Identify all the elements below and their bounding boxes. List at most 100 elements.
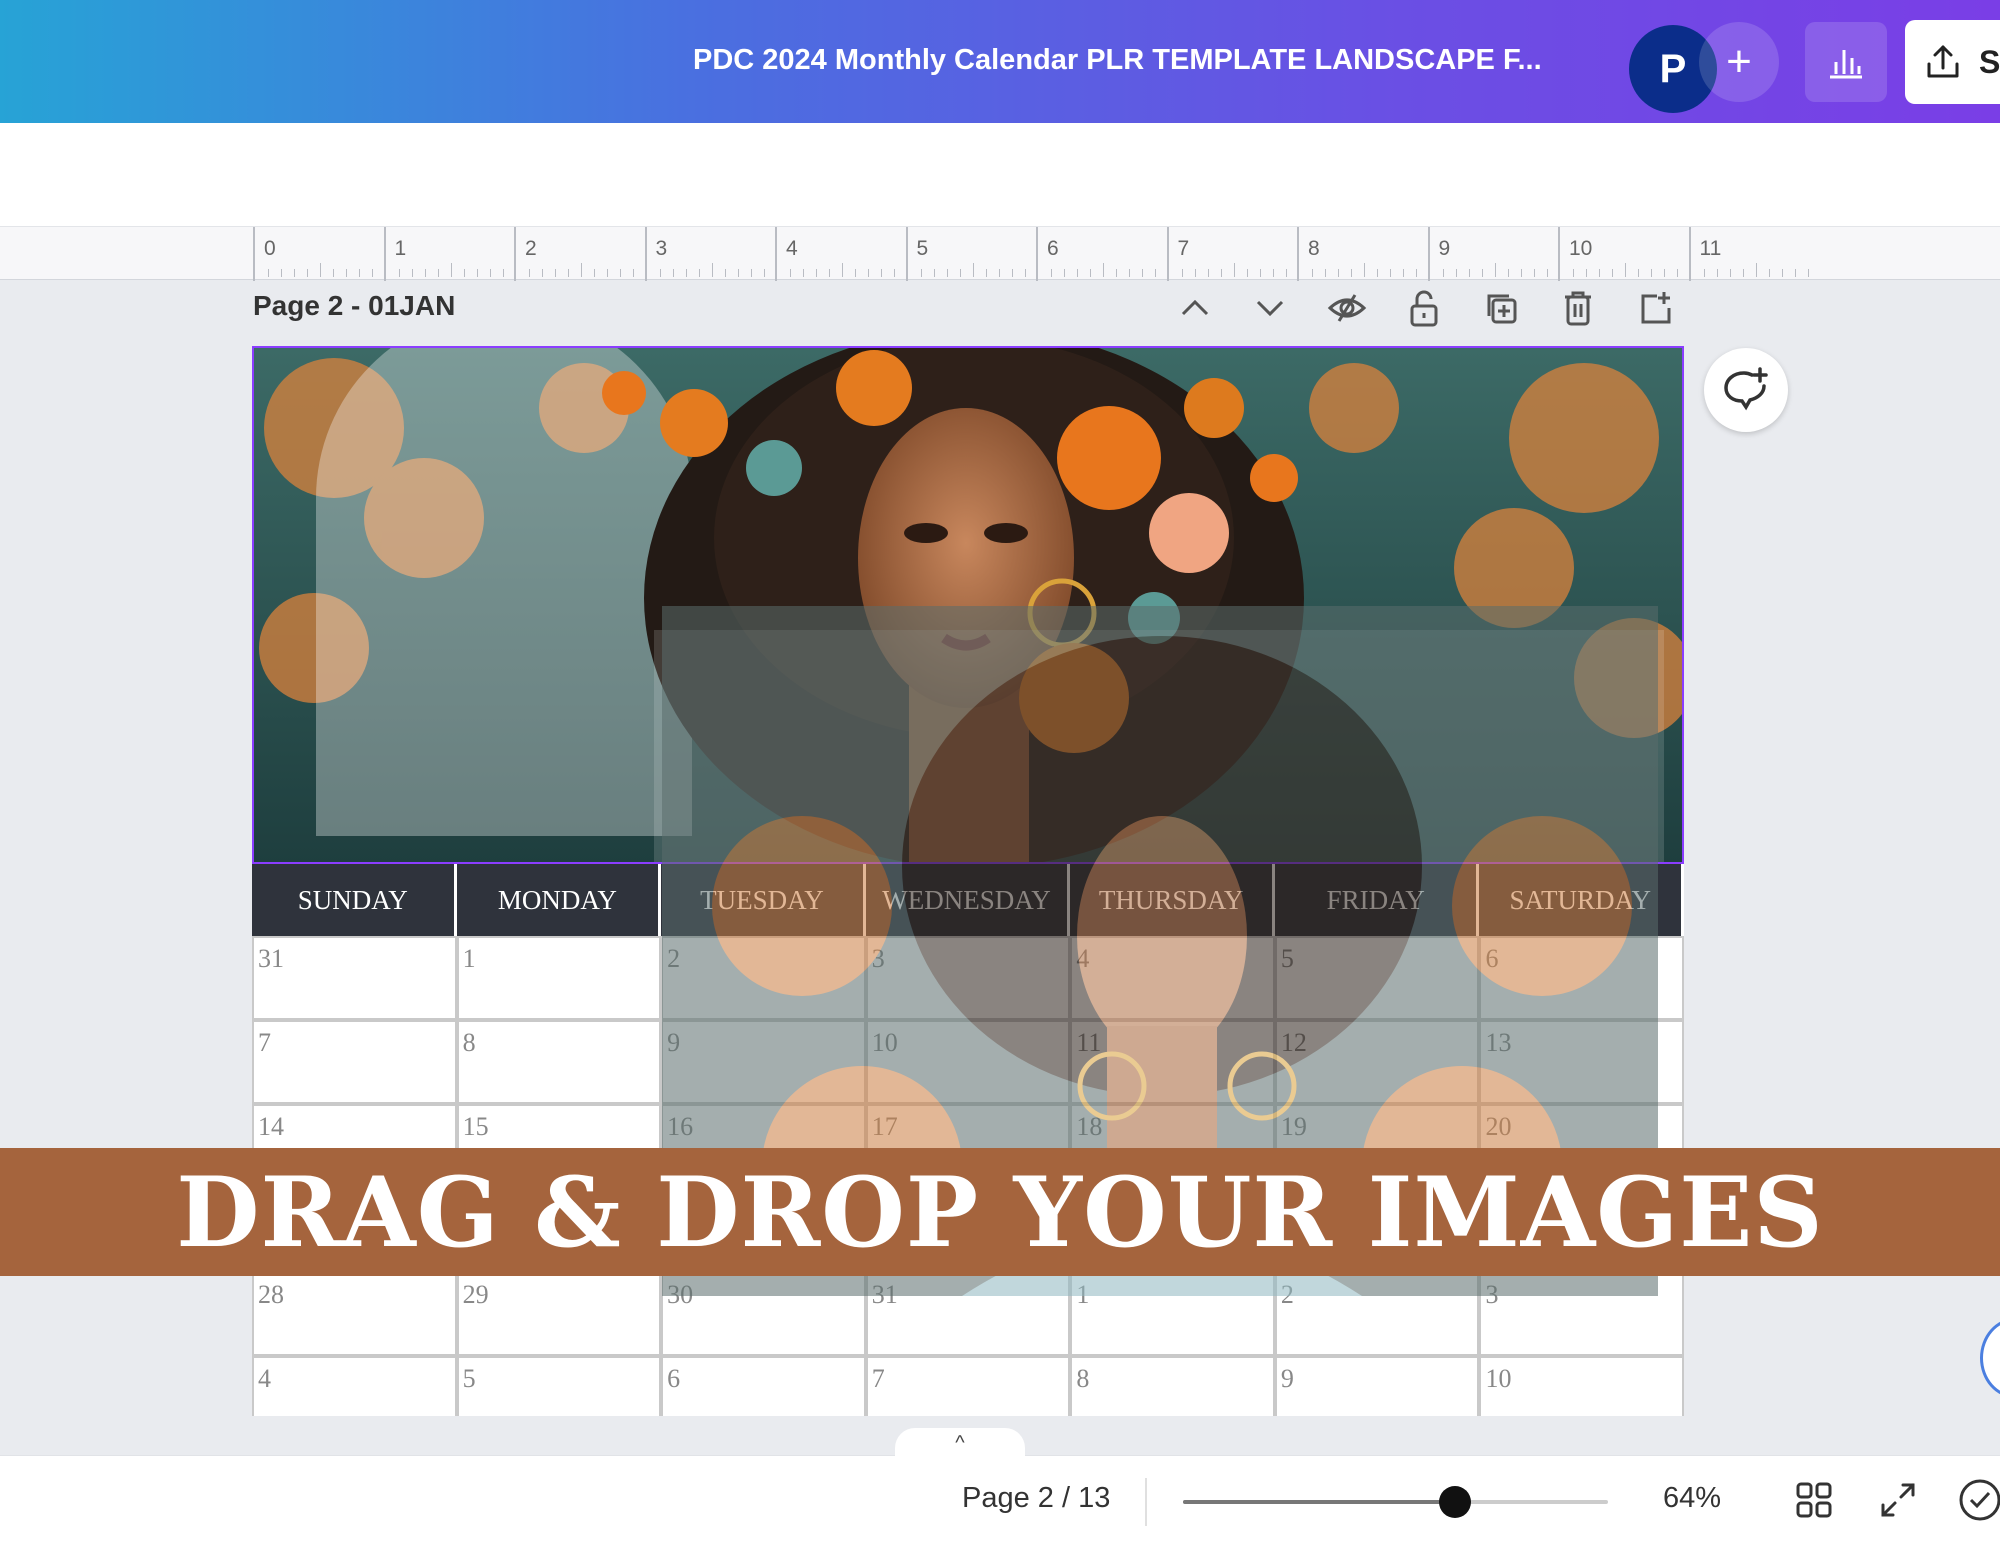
add-page-button[interactable] [1635,288,1675,328]
collapse-pages-button[interactable]: ^ [895,1428,1025,1458]
analytics-button[interactable] [1805,22,1887,102]
day-number: 20 [1485,1112,1512,1141]
zoom-slider-handle[interactable] [1439,1486,1471,1518]
grid-view-button[interactable] [1792,1478,1836,1522]
calendar-day-cell[interactable]: 8 [1070,1356,1275,1416]
ruler-mark: 5 [905,227,1036,281]
day-number: 29 [462,1280,489,1309]
ruler-mark-label: 6 [1047,237,1059,260]
zoom-level[interactable]: 64% [1663,1482,1721,1515]
lock-icon [1410,290,1438,327]
calendar-day-cell[interactable]: 10 [865,1020,1071,1104]
calendar-day-cell[interactable]: 30 [661,1272,866,1356]
day-number: 10 [871,1028,898,1057]
day-number: 9 [1280,1364,1294,1393]
calendar-day-cell[interactable]: 7 [865,1356,1071,1416]
zoom-slider[interactable] [1183,1486,1608,1518]
calendar-day-cell[interactable]: 28 [252,1272,457,1356]
calendar-week-row: 31 1 2 3 4 5 6 [252,936,1684,1020]
weekday-thursday: THURSDAY [1070,864,1275,936]
page-title[interactable]: Page 2 - 01JAN [253,290,455,322]
help-button[interactable] [1980,1318,2000,1398]
calendar-day-cell[interactable]: 29 [456,1272,662,1356]
calendar-day-cell[interactable]: 5 [456,1356,662,1416]
add-comment-button[interactable] [1704,348,1788,432]
calendar-day-cell[interactable]: 5 [1274,936,1480,1020]
day-number: 6 [1485,944,1499,973]
ruler-mark: 9 [1427,227,1558,281]
hide-page-button[interactable] [1327,288,1367,328]
day-number: 2 [1280,1280,1294,1309]
day-number: 1 [462,944,476,973]
duplicate-page-button[interactable] [1481,288,1521,328]
day-number: 8 [462,1028,476,1057]
check-circle-icon [1959,1479,2000,1521]
add-collaborator-button[interactable]: + [1699,22,1779,102]
calendar-day-cell[interactable]: 9 [1274,1356,1480,1416]
add-page-icon [1641,292,1671,324]
calendar-day-cell[interactable]: 12 [1274,1020,1480,1104]
day-number: 14 [258,1112,284,1141]
calendar-day-cell[interactable]: 6 [1479,936,1684,1020]
calendar-day-cell[interactable]: 2 [1274,1272,1480,1356]
calendar-day-cell[interactable]: 6 [661,1356,866,1416]
delete-page-button[interactable] [1558,288,1598,328]
share-button[interactable]: S [1905,20,2000,104]
share-label: S [1979,43,2000,80]
check-button[interactable] [1958,1478,2000,1522]
calendar-day-cell[interactable]: 31 [252,936,457,1020]
calendar-day-cell[interactable]: 3 [865,936,1071,1020]
header-artwork[interactable] [252,346,1684,864]
ruler-mark-label: 1 [394,237,407,260]
ruler-mark-label: 7 [1177,237,1190,260]
move-page-down-button[interactable] [1250,288,1290,328]
calendar-day-cell[interactable]: 4 [1070,936,1275,1020]
calendar-day-cell[interactable]: 2 [661,936,866,1020]
page-indicator[interactable]: Page 2 / 13 [962,1482,1110,1515]
ruler-mark: 11 [1688,227,1819,281]
day-number: 15 [462,1112,489,1141]
calendar-day-cell[interactable]: 3 [1479,1272,1684,1356]
ruler: 0 1 2 3 4 5 6 7 8 9 10 11 [0,226,2000,281]
ruler-mark-label: 2 [525,237,537,260]
day-number: 7 [871,1364,885,1393]
top-bar: PDC 2024 Monthly Calendar PLR TEMPLATE L… [0,0,2000,123]
duplicate-icon [1487,294,1517,324]
ruler-mark-label: 11 [1699,237,1722,260]
comment-plus-icon [1724,367,1768,411]
ruler-mark: 4 [775,227,905,281]
calendar-day-cell[interactable]: 31 [865,1272,1071,1356]
calendar-day-cell[interactable]: 1 [456,936,662,1020]
day-number: 4 [1076,944,1090,973]
calendar-day-cell[interactable]: 11 [1070,1020,1275,1104]
divider [1145,1478,1147,1526]
day-number: 18 [1076,1112,1103,1141]
fullscreen-button[interactable] [1876,1478,1920,1522]
document-title[interactable]: PDC 2024 Monthly Calendar PLR TEMPLATE L… [693,44,1542,77]
calendar-day-cell[interactable]: 4 [252,1356,457,1416]
calendar-day-cell[interactable]: 7 [252,1020,457,1104]
calendar-day-cell[interactable]: 1 [1070,1272,1275,1356]
day-number: 30 [667,1280,694,1309]
promo-banner: DRAG & DROP YOUR IMAGES [0,1148,2000,1276]
day-number: 12 [1280,1028,1307,1057]
zoom-slider-fill [1183,1500,1455,1504]
calendar-day-cell[interactable]: 9 [661,1020,866,1104]
calendar-day-cell[interactable]: 13 [1479,1020,1684,1104]
day-number: 2 [667,944,681,973]
day-number: 4 [258,1364,271,1393]
move-page-up-button[interactable] [1175,288,1215,328]
weekday-sunday: SUNDAY [252,864,457,936]
calendar-day-cell[interactable]: 8 [456,1020,662,1104]
calendar-day-cell[interactable]: 10 [1479,1356,1684,1416]
lock-page-button[interactable] [1404,288,1444,328]
weekday-saturday: SATURDAY [1479,864,1684,936]
weekday-tuesday: TUESDAY [661,864,866,936]
day-number: 13 [1485,1028,1512,1057]
day-number: 6 [667,1364,681,1393]
chevron-up-icon: ^ [955,1431,965,1454]
day-number: 5 [462,1364,476,1393]
ruler-mark: 7 [1166,227,1297,281]
ruler-mark-label: 5 [916,237,929,260]
calendar-week-row: 7 8 9 10 11 12 13 [252,1020,1684,1104]
